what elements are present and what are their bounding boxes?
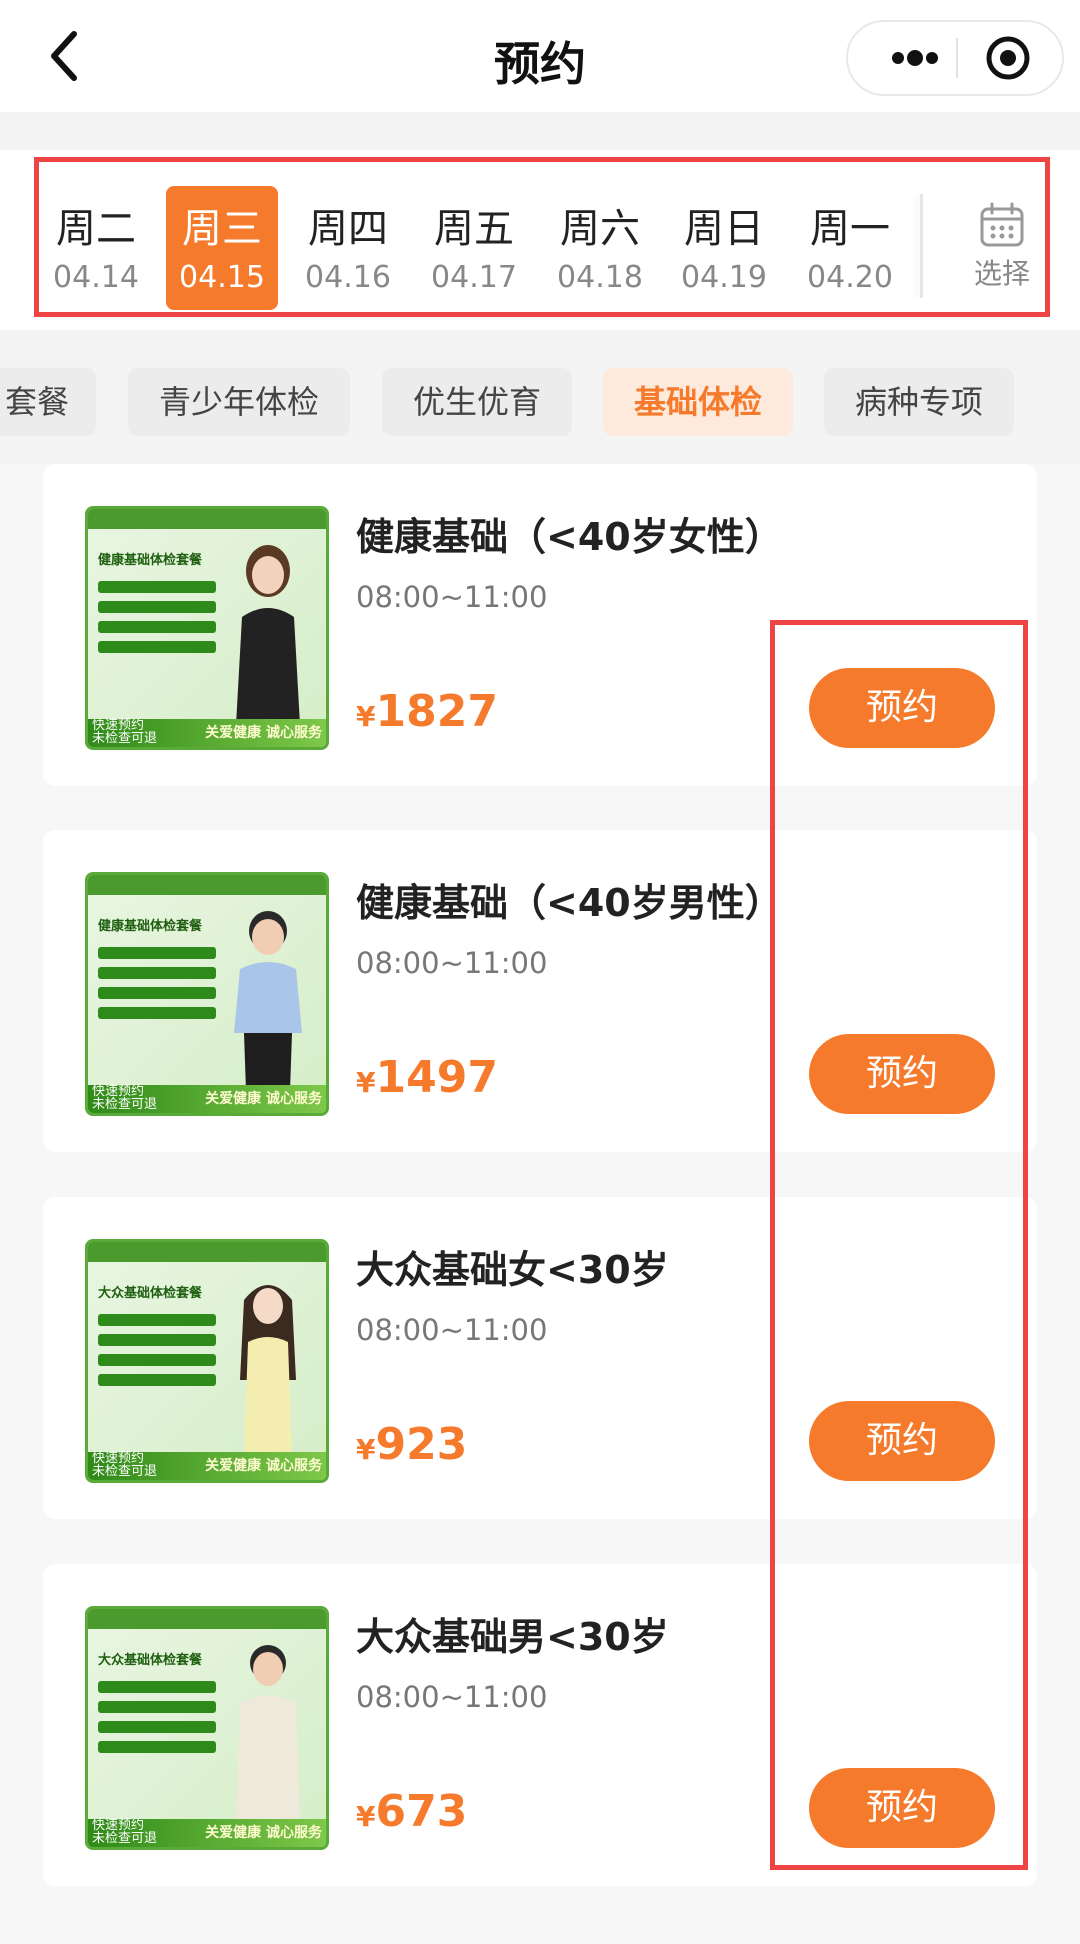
thumb-item-bar xyxy=(98,1354,216,1366)
date-item[interactable]: 周一 04.20 xyxy=(794,186,906,310)
hospital-banner xyxy=(88,875,326,895)
thumb-item-bar xyxy=(98,1681,216,1693)
tab-prenatal[interactable]: 优生优育 xyxy=(382,368,572,436)
thumb-title: 大众基础体检套餐 xyxy=(98,1653,203,1668)
package-card[interactable]: 大众基础体检套餐 快速预约 未检查可退 关爱健康 诚心服务 大众基础男<30岁 0… xyxy=(43,1564,1037,1886)
hospital-banner xyxy=(88,1242,326,1262)
thumb-item-bar xyxy=(98,621,216,633)
thumb-item-bar xyxy=(98,1314,216,1326)
calendar-select-label: 选择 xyxy=(973,257,1030,290)
package-price: ¥673 xyxy=(356,1786,468,1837)
thumb-item-bar xyxy=(98,581,216,593)
tab-basic-checkup[interactable]: 基础体检 xyxy=(603,368,793,436)
calendar-select-button[interactable]: 选择 xyxy=(962,202,1042,302)
book-button[interactable]: 预约 xyxy=(809,1034,995,1114)
date-weekday: 周日 xyxy=(684,206,764,252)
thumb-item-bar xyxy=(98,967,216,979)
date-value: 04.17 xyxy=(431,260,517,295)
package-name: 健康基础（<40岁男性） xyxy=(356,881,783,925)
package-name: 健康基础（<40岁女性） xyxy=(356,515,783,559)
thumb-item-bar xyxy=(98,1374,216,1386)
thumb-title: 健康基础体检套餐 xyxy=(98,919,203,934)
thumb-slogan: 关爱健康 诚心服务 xyxy=(205,1458,322,1474)
date-item[interactable]: 周日 04.19 xyxy=(668,186,780,310)
hospital-banner xyxy=(88,1609,326,1629)
package-time: 08:00~11:00 xyxy=(356,580,548,614)
date-strip-divider xyxy=(920,194,923,298)
thumb-badge: 快速预约 未检查可退 xyxy=(92,1084,158,1112)
hospital-banner xyxy=(88,509,326,529)
date-weekday: 周四 xyxy=(308,206,388,252)
date-weekday: 周五 xyxy=(434,206,514,252)
book-button[interactable]: 预约 xyxy=(809,1401,995,1481)
date-item[interactable]: 周五 04.17 xyxy=(418,186,530,310)
package-thumbnail: 健康基础体检套餐 快速预约 未检查可退 关爱健康 诚心服务 xyxy=(85,506,329,750)
person-illustration xyxy=(236,545,300,725)
person-illustration xyxy=(236,1645,300,1825)
thumb-item-bar xyxy=(98,1007,216,1019)
date-item[interactable]: 周二 04.14 xyxy=(40,186,152,310)
thumb-item-bar xyxy=(98,987,216,999)
person-illustration xyxy=(234,911,302,1091)
date-item-selected[interactable]: 周三 04.15 xyxy=(166,186,278,310)
package-name: 大众基础女<30岁 xyxy=(356,1248,669,1292)
thumb-title: 大众基础体检套餐 xyxy=(98,1286,203,1301)
date-value: 04.20 xyxy=(807,260,893,295)
book-button[interactable]: 预约 xyxy=(809,668,995,748)
tab-disease-specific[interactable]: 病种专项 xyxy=(824,368,1014,436)
thumb-slogan: 关爱健康 诚心服务 xyxy=(205,1091,322,1107)
thumb-item-bar xyxy=(98,947,216,959)
package-time: 08:00~11:00 xyxy=(356,1680,548,1714)
date-weekday: 周一 xyxy=(810,206,890,252)
package-card[interactable]: 健康基础体检套餐 快速预约 未检查可退 关爱健康 诚心服务 健康基础（<40岁男性… xyxy=(43,830,1037,1152)
thumb-item-bar xyxy=(98,1701,216,1713)
package-time: 08:00~11:00 xyxy=(356,1313,548,1347)
package-name: 大众基础男<30岁 xyxy=(356,1615,669,1659)
date-item[interactable]: 周六 04.18 xyxy=(544,186,656,310)
thumb-item-bar xyxy=(98,1721,216,1733)
thumb-badge: 快速预约 未检查可退 xyxy=(92,718,158,746)
date-value: 04.19 xyxy=(681,260,767,295)
date-weekday: 周二 xyxy=(56,206,136,252)
package-thumbnail: 大众基础体检套餐 快速预约 未检查可退 关爱健康 诚心服务 xyxy=(85,1606,329,1850)
more-dots-icon[interactable] xyxy=(876,22,954,94)
person-illustration xyxy=(240,1285,296,1458)
package-time: 08:00~11:00 xyxy=(356,946,548,980)
date-value: 04.18 xyxy=(557,260,643,295)
thumb-item-bar xyxy=(98,1334,216,1346)
tab-teen-checkup[interactable]: 青少年体检 xyxy=(128,368,350,436)
thumb-badge: 快速预约 未检查可退 xyxy=(92,1818,158,1846)
category-tabs: 套餐 青少年体检 优生优育 基础体检 病种专项 xyxy=(0,368,1080,436)
nav-header: 预约 xyxy=(0,0,1080,112)
thumb-item-bar xyxy=(98,641,216,653)
date-selector: 周二 04.14 周三 04.15 周四 04.16 周五 04.17 周六 0… xyxy=(0,150,1080,330)
date-weekday: 周六 xyxy=(560,206,640,252)
thumb-title: 健康基础体检套餐 xyxy=(98,553,203,568)
book-button[interactable]: 预约 xyxy=(809,1768,995,1848)
date-item[interactable]: 周四 04.16 xyxy=(292,186,404,310)
package-card[interactable]: 健康基础体检套餐 快速预约 未检查可退 关爱健康 诚心服务 健康基础（<40岁女性… xyxy=(43,464,1037,786)
package-price: ¥1827 xyxy=(356,686,498,737)
thumb-badge: 快速预约 未检查可退 xyxy=(92,1451,158,1479)
thumb-item-bar xyxy=(98,1741,216,1753)
thumb-slogan: 关爱健康 诚心服务 xyxy=(205,725,322,741)
mini-program-capsule xyxy=(846,20,1064,96)
date-weekday: 周三 xyxy=(182,206,262,252)
package-price: ¥923 xyxy=(356,1419,468,1470)
package-thumbnail: 健康基础体检套餐 快速预约 未检查可退 关爱健康 诚心服务 xyxy=(85,872,329,1116)
package-price: ¥1497 xyxy=(356,1052,498,1103)
tab-package[interactable]: 套餐 xyxy=(0,368,96,436)
package-thumbnail: 大众基础体检套餐 快速预约 未检查可退 关爱健康 诚心服务 xyxy=(85,1239,329,1483)
thumb-item-bar xyxy=(98,601,216,613)
date-value: 04.15 xyxy=(179,260,265,295)
package-card[interactable]: 大众基础体检套餐 快速预约 未检查可退 关爱健康 诚心服务 大众基础女<30岁 0… xyxy=(43,1197,1037,1519)
date-value: 04.14 xyxy=(53,260,139,295)
target-icon[interactable] xyxy=(984,34,1032,82)
calendar-icon xyxy=(980,202,1024,247)
date-value: 04.16 xyxy=(305,260,391,295)
capsule-divider xyxy=(956,38,958,78)
thumb-slogan: 关爱健康 诚心服务 xyxy=(205,1825,322,1841)
